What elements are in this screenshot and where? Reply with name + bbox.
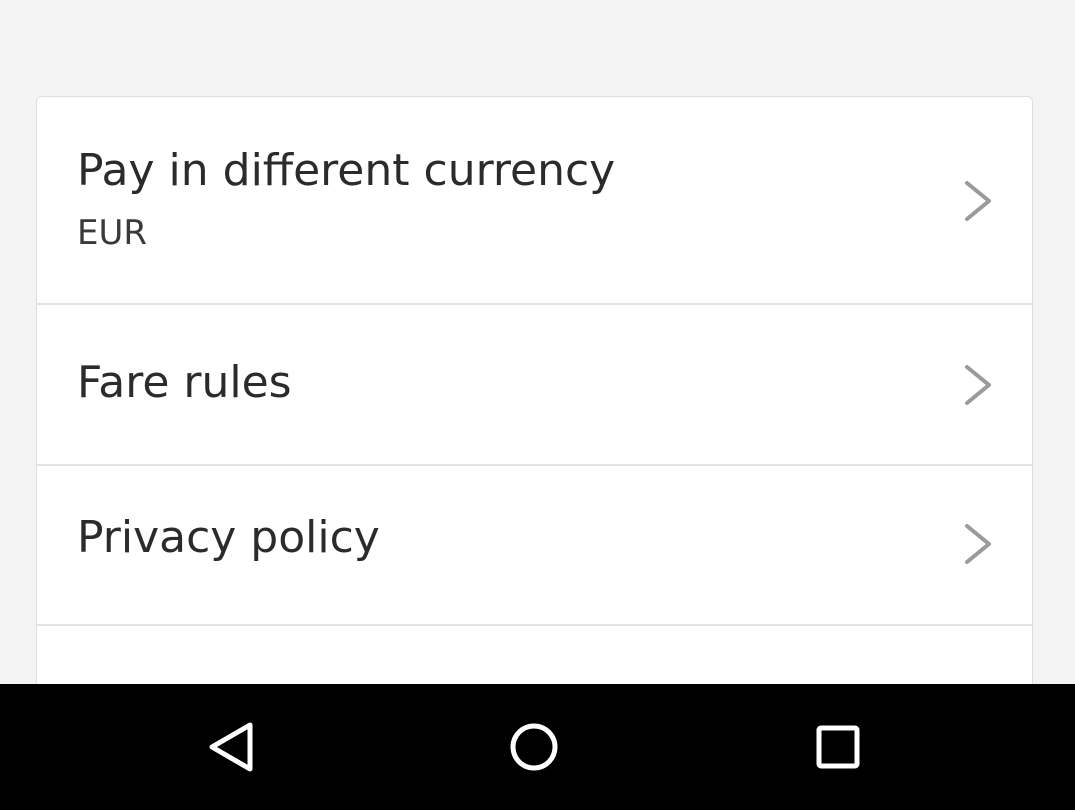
chevron-right-icon	[965, 181, 991, 221]
partially-visible-item[interactable]	[37, 626, 1032, 684]
item-title: Pay in different currency	[77, 145, 616, 196]
chevron-right-icon	[965, 524, 991, 564]
home-circle-icon[interactable]	[504, 717, 564, 777]
privacy-policy-item[interactable]: Privacy policy	[37, 466, 1032, 626]
system-navigation-bar	[0, 684, 1075, 810]
settings-screen: Pay in different currency EUR Fare rules…	[0, 0, 1075, 684]
currency-value: EUR	[77, 213, 147, 253]
pay-in-different-currency-item[interactable]: Pay in different currency EUR	[37, 97, 1032, 305]
fare-rules-item[interactable]: Fare rules	[37, 305, 1032, 466]
settings-card: Pay in different currency EUR Fare rules…	[36, 96, 1033, 684]
item-title: Fare rules	[77, 357, 292, 408]
item-title: Privacy policy	[77, 512, 380, 563]
recent-apps-square-icon[interactable]	[808, 717, 868, 777]
back-triangle-icon[interactable]	[202, 717, 262, 777]
chevron-right-icon	[965, 365, 991, 405]
